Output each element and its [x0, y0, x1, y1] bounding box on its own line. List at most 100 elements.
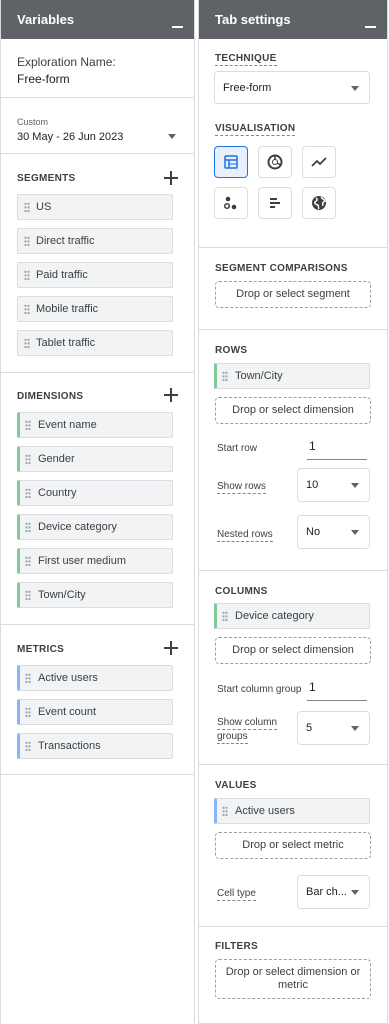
rows-dimension-drop-zone[interactable]: Drop or select dimension: [215, 397, 371, 424]
drag-handle-icon: [24, 338, 30, 349]
columns-dimension-drop-zone[interactable]: Drop or select dimension: [215, 637, 371, 664]
drag-handle-icon: [222, 371, 228, 382]
donut-chart-icon: [267, 154, 283, 170]
technique-title: TECHNIQUE: [215, 53, 277, 66]
cell-type-label: Cell type: [217, 888, 256, 901]
filters-title: FILTERS: [215, 941, 259, 952]
variables-title: Variables: [17, 12, 75, 27]
dimension-chip-gender[interactable]: Gender: [17, 446, 173, 472]
segments-title: SEGMENTS: [17, 173, 76, 184]
show-column-groups-select[interactable]: 5: [297, 711, 370, 745]
start-row-input[interactable]: 1: [307, 439, 367, 460]
segment-drop-zone[interactable]: Drop or select segment: [215, 281, 371, 308]
drag-handle-icon: [24, 236, 30, 247]
values-section: VALUES Active users Drop or select metri…: [199, 765, 387, 927]
segment-chip-mobile-traffic[interactable]: Mobile traffic: [17, 296, 173, 322]
chevron-down-icon: [351, 483, 359, 488]
dimension-chip-country[interactable]: Country: [17, 480, 173, 506]
drag-handle-icon: [24, 202, 30, 213]
line-chart-icon: [311, 157, 327, 167]
technique-visualisation-section: TECHNIQUE Free-form VISUALISATION: [199, 39, 387, 248]
dimensions-title: DIMENSIONS: [17, 391, 84, 402]
start-row-label: Start row: [217, 443, 258, 454]
rows-section: ROWS Town/City Drop or select dimension …: [199, 330, 387, 571]
drag-handle-icon: [25, 488, 31, 499]
exploration-name-field[interactable]: Free-form: [17, 72, 70, 86]
drag-handle-icon: [222, 611, 228, 622]
drag-handle-icon: [24, 270, 30, 281]
viz-bar-button[interactable]: [258, 187, 292, 219]
variables-header: Variables: [1, 0, 194, 39]
rows-chip-town-city[interactable]: Town/City: [214, 363, 370, 389]
viz-donut-button[interactable]: [258, 146, 292, 178]
visualisation-title: VISUALISATION: [215, 123, 296, 136]
tab-settings-panel: Tab settings TECHNIQUE Free-form VISUALI…: [198, 0, 388, 1024]
nested-rows-select[interactable]: No: [297, 515, 370, 549]
dimensions-section: DIMENSIONS Event name Gender Country Dev…: [1, 373, 194, 625]
dimension-chip-device-category[interactable]: Device category: [17, 514, 173, 540]
segment-comparisons-section: SEGMENT COMPARISONS Drop or select segme…: [199, 248, 387, 330]
metric-chip-event-count[interactable]: Event count: [17, 699, 173, 725]
table-icon: [224, 155, 238, 169]
segments-section: SEGMENTS US Direct traffic Paid traffic …: [1, 154, 194, 373]
date-range-selector[interactable]: Custom 30 May - 26 Jun 2023: [1, 98, 194, 154]
values-chip-active-users[interactable]: Active users: [214, 798, 370, 824]
show-rows-select[interactable]: 10: [297, 468, 370, 502]
segment-chip-us[interactable]: US: [17, 194, 173, 220]
show-rows-label: Show rows: [217, 481, 266, 494]
segment-comparisons-title: SEGMENT COMPARISONS: [215, 263, 348, 274]
segment-chip-paid-traffic[interactable]: Paid traffic: [17, 262, 173, 288]
dimension-chip-first-user-medium[interactable]: First user medium: [17, 548, 173, 574]
metrics-title: METRICS: [17, 644, 65, 655]
minimize-tab-settings-button[interactable]: [365, 12, 377, 28]
viz-geo-button[interactable]: [302, 187, 336, 219]
drag-handle-icon: [222, 806, 228, 817]
variables-panel: Variables Exploration Name: Free-form Cu…: [0, 0, 195, 1024]
segment-chip-tablet-traffic[interactable]: Tablet traffic: [17, 330, 173, 356]
viz-scatter-button[interactable]: [214, 187, 248, 219]
exploration-editor: Variables Exploration Name: Free-form Cu…: [0, 0, 389, 1024]
drag-handle-icon: [25, 454, 31, 465]
values-metric-drop-zone[interactable]: Drop or select metric: [215, 832, 371, 859]
start-column-group-label: Start column group: [217, 684, 302, 695]
add-dimension-button[interactable]: [164, 388, 178, 402]
date-range-badge: Custom: [17, 117, 49, 127]
drag-handle-icon: [25, 420, 31, 431]
filters-drop-zone[interactable]: Drop or select dimension or metric: [215, 959, 371, 999]
chevron-down-icon: [351, 85, 359, 91]
date-range-value: 30 May - 26 Jun 2023: [17, 131, 124, 143]
dimension-chip-town-city[interactable]: Town/City: [17, 582, 173, 608]
start-column-group-input[interactable]: 1: [307, 680, 367, 701]
show-column-groups-label: Show column groups: [217, 717, 278, 744]
drag-handle-icon: [25, 673, 31, 684]
cell-type-select[interactable]: Bar ch...: [297, 875, 370, 909]
rows-title: ROWS: [215, 345, 248, 356]
chevron-down-icon: [351, 890, 359, 895]
drag-handle-icon: [24, 304, 30, 315]
drag-handle-icon: [25, 707, 31, 718]
drag-handle-icon: [25, 741, 31, 752]
columns-title: COLUMNS: [215, 586, 268, 597]
technique-select[interactable]: Free-form: [214, 71, 370, 104]
exploration-name-label: Exploration Name:: [17, 55, 116, 69]
metric-chip-active-users[interactable]: Active users: [17, 665, 173, 691]
segment-chip-direct-traffic[interactable]: Direct traffic: [17, 228, 173, 254]
drag-handle-icon: [25, 522, 31, 533]
geo-map-icon: [312, 196, 326, 210]
dimension-chip-event-name[interactable]: Event name: [17, 412, 173, 438]
exploration-name-section: Exploration Name: Free-form: [1, 39, 194, 98]
columns-chip-device-category[interactable]: Device category: [214, 603, 370, 629]
minimize-variables-button[interactable]: [172, 12, 184, 28]
bar-chart-icon: [270, 198, 280, 208]
filters-section: FILTERS Drop or select dimension or metr…: [199, 927, 387, 1024]
tab-settings-header: Tab settings: [199, 0, 387, 39]
nested-rows-label: Nested rows: [217, 529, 273, 542]
tab-settings-title: Tab settings: [215, 12, 291, 27]
values-title: VALUES: [215, 780, 257, 791]
metric-chip-transactions[interactable]: Transactions: [17, 733, 173, 759]
viz-line-button[interactable]: [302, 146, 336, 178]
metrics-section: METRICS Active users Event count Transac…: [1, 625, 194, 775]
add-metric-button[interactable]: [164, 641, 178, 655]
add-segment-button[interactable]: [164, 171, 178, 185]
viz-table-button[interactable]: [214, 146, 248, 178]
